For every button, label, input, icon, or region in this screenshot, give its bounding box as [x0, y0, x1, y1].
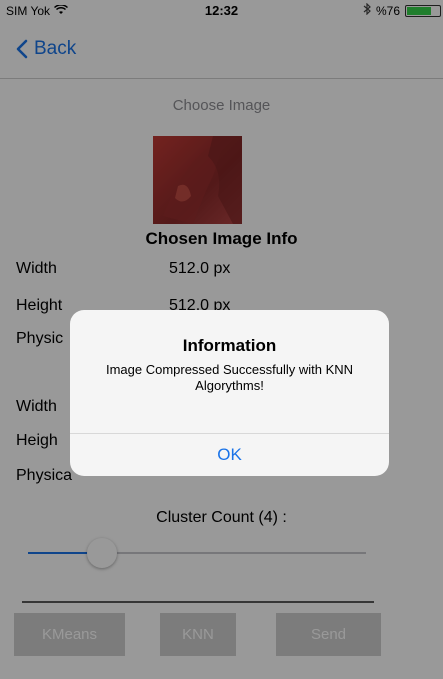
information-alert: Information Image Compressed Successfull…: [70, 310, 389, 476]
app-screen: SIM Yok 12:32 %76 Back Choose Image Chos…: [0, 0, 443, 679]
alert-message: Image Compressed Successfully with KNN A…: [105, 362, 354, 393]
alert-ok-button[interactable]: OK: [70, 434, 389, 476]
alert-title: Information: [182, 336, 277, 355]
